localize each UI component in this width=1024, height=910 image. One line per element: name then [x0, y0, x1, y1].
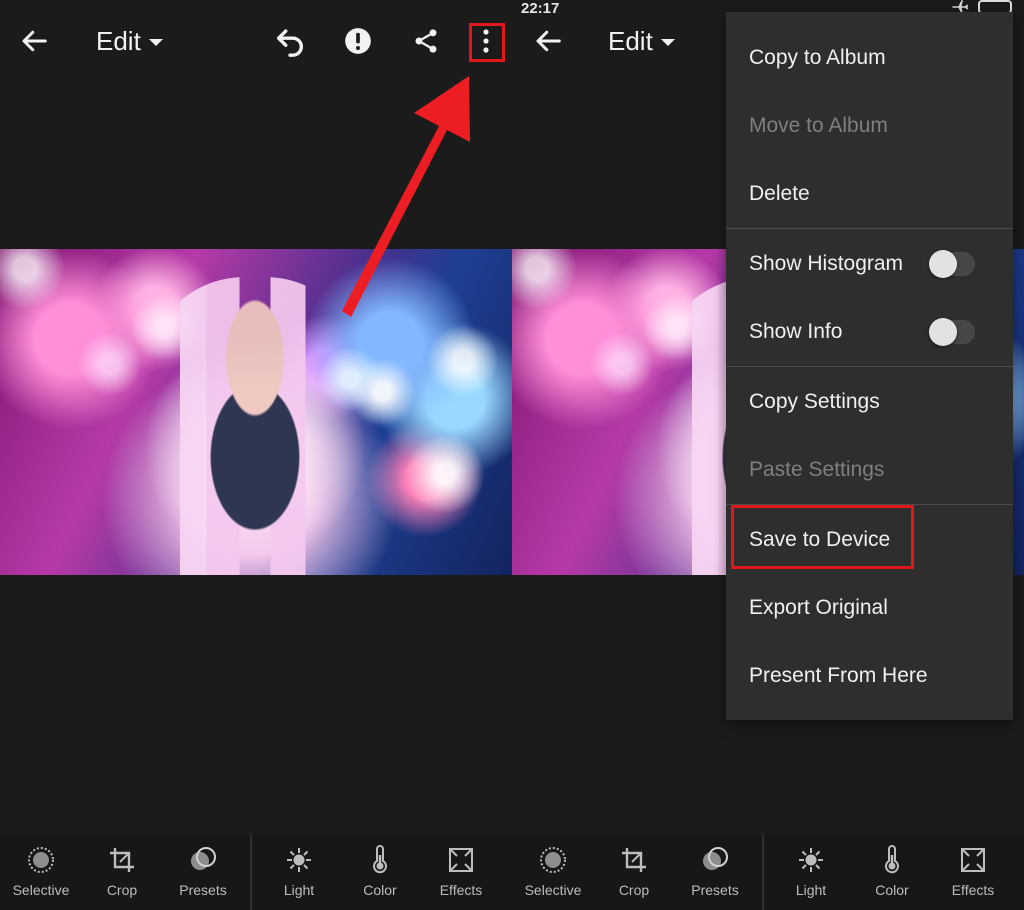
tool-label: Light	[283, 882, 315, 898]
presets-icon	[191, 847, 216, 870]
tool-label: Color	[875, 882, 909, 898]
tool-label: Effects	[951, 882, 995, 898]
crop-icon	[622, 848, 646, 872]
share-icon	[415, 29, 437, 53]
edit-dropdown[interactable]: Edit	[608, 18, 675, 64]
tool-light[interactable]: Light	[770, 834, 852, 910]
menu-item-move-to-album: Move to Album	[726, 92, 1013, 160]
menu-separator	[726, 366, 1013, 367]
thermometer-icon	[885, 845, 899, 874]
edit-label: Edit	[608, 25, 653, 56]
tool-selective[interactable]: Selective	[512, 834, 594, 910]
undo-icon	[276, 29, 303, 57]
tool-color[interactable]: Color	[851, 834, 933, 910]
tool-label: Color	[363, 882, 397, 898]
tool-light[interactable]: Light	[258, 834, 340, 910]
tool-label: Crop	[106, 882, 138, 898]
back-button[interactable]	[12, 18, 56, 64]
presets-icon	[703, 847, 728, 870]
tool-label: Effects	[439, 882, 483, 898]
edit-label: Edit	[96, 25, 141, 56]
menu-item-label: Show Info	[749, 320, 843, 343]
menu-item-label: Copy Settings	[749, 390, 880, 413]
tool-label: Selective	[12, 882, 70, 898]
alert-icon	[345, 28, 371, 54]
tool-label: Presets	[179, 882, 227, 898]
annotation-arrow-icon	[342, 76, 470, 317]
tool-presets[interactable]: Presets	[674, 834, 756, 910]
tool-effects[interactable]: Effects	[932, 834, 1014, 910]
tool-selective[interactable]: Selective	[0, 834, 82, 910]
menu-item-label: Delete	[749, 182, 810, 205]
thermometer-icon	[373, 845, 387, 874]
menu-item-label: Paste Settings	[749, 458, 885, 481]
back-arrow-icon	[536, 30, 561, 52]
effects-icon	[961, 848, 985, 872]
edit-dropdown[interactable]: Edit	[96, 18, 163, 64]
tool-presets[interactable]: Presets	[162, 834, 244, 910]
menu-item-show-info[interactable]: Show Info	[726, 298, 1013, 366]
toolbar-divider	[762, 834, 764, 910]
more-options-highlight	[469, 23, 505, 62]
menu-item-copy-to-album[interactable]: Copy to Album	[726, 24, 1013, 92]
portrait-subject	[145, 277, 365, 575]
toolbar-divider	[250, 834, 252, 910]
menu-item-label: Move to Album	[749, 114, 888, 137]
menu-item-copy-settings[interactable]: Copy Settings	[726, 368, 1013, 436]
tool-label: Light	[795, 882, 827, 898]
info-toggle[interactable]	[929, 318, 975, 346]
tool-label: Presets	[691, 882, 739, 898]
bottom-toolbar: Selective Crop Presets Light Color Effec…	[0, 834, 512, 910]
crop-icon	[110, 848, 134, 872]
menu-item-label: Copy to Album	[749, 46, 886, 69]
tool-crop[interactable]: Crop	[593, 834, 675, 910]
menu-item-paste-settings: Paste Settings	[726, 436, 1013, 504]
menu-item-label: Export Original	[749, 596, 888, 619]
light-icon	[287, 848, 311, 872]
tool-crop[interactable]: Crop	[81, 834, 163, 910]
menu-item-show-histogram[interactable]: Show Histogram	[726, 230, 1013, 298]
back-button[interactable]	[526, 18, 570, 64]
effects-icon	[449, 848, 473, 872]
save-to-device-highlight	[731, 505, 914, 569]
selective-icon	[540, 847, 566, 873]
menu-item-label: Present From Here	[749, 664, 928, 687]
tool-label: Selective	[524, 882, 582, 898]
menu-item-delete[interactable]: Delete	[726, 160, 1013, 228]
tool-color[interactable]: Color	[339, 834, 421, 910]
tool-label: Crop	[618, 882, 650, 898]
overflow-menu: Copy to Album Move to Album Delete Show …	[726, 12, 1013, 720]
menu-item-label: Show Histogram	[749, 252, 904, 275]
bottom-toolbar: Selective Crop Presets Light Color Effec…	[512, 834, 1024, 910]
light-icon	[799, 848, 823, 872]
menu-item-present-from-here[interactable]: Present From Here	[726, 642, 1013, 710]
selective-icon	[28, 847, 54, 873]
caret-down-icon	[148, 38, 163, 46]
histogram-toggle[interactable]	[929, 250, 975, 278]
menu-separator	[726, 228, 1013, 229]
back-arrow-icon	[22, 30, 47, 52]
tool-effects[interactable]: Effects	[420, 834, 502, 910]
menu-item-export-original[interactable]: Export Original	[726, 574, 1013, 642]
caret-down-icon	[660, 38, 675, 46]
